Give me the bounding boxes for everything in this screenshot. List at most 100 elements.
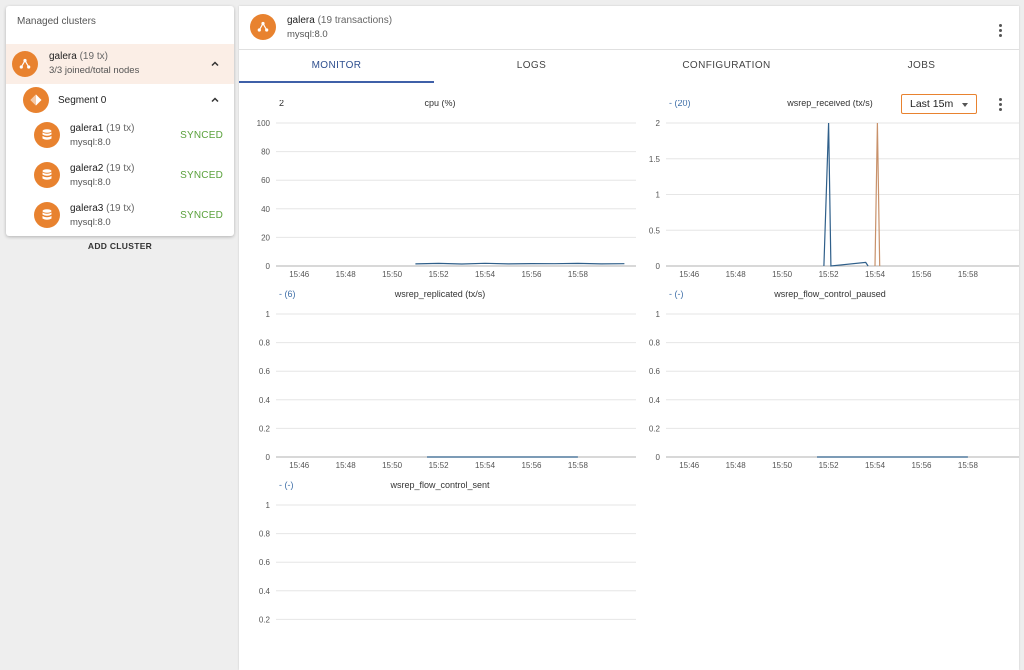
- node-item-galera2[interactable]: galera2 (19 tx) mysql:8.0 SYNCED: [6, 156, 234, 196]
- y-tick-label: 0.2: [649, 424, 661, 433]
- chart-title: wsrep_flow_control_sent: [389, 480, 490, 490]
- chart-3: - (-) wsrep_flow_control_paused 0 0.2 0.4 0.6…: [649, 289, 1019, 470]
- node-status-badge: SYNCED: [180, 170, 223, 181]
- x-tick-label: 15:48: [336, 461, 357, 470]
- node-version: mysql:8.0: [70, 177, 111, 188]
- x-tick-label: 15:52: [819, 270, 840, 279]
- chart-4: - (-) wsrep_flow_control_sent 0.2 0.4 0.6 0.8…: [259, 480, 636, 624]
- x-tick-label: 15:46: [679, 461, 700, 470]
- y-tick-label: 0: [656, 262, 661, 271]
- y-tick-label: 0.4: [649, 396, 661, 405]
- node-item-galera3[interactable]: galera3 (19 tx) mysql:8.0 SYNCED: [6, 196, 234, 236]
- y-tick-label: 0: [656, 453, 661, 462]
- cluster-header: galera (19 transactions) mysql:8.0: [239, 6, 1019, 50]
- y-tick-label: 60: [261, 176, 270, 185]
- x-tick-label: 15:50: [772, 270, 793, 279]
- segment-label: Segment 0: [58, 95, 107, 106]
- cluster-detail-panel: galera (19 transactions) mysql:8.0 MONIT…: [239, 6, 1019, 670]
- node-version: mysql:8.0: [70, 137, 111, 148]
- x-tick-label: 15:48: [726, 461, 747, 470]
- database-icon: [34, 162, 60, 188]
- x-tick-label: 15:56: [911, 461, 932, 470]
- y-tick-label: 1: [656, 191, 661, 200]
- managed-clusters-card: Managed clusters galera (19 tx) 3/3 join…: [6, 6, 234, 236]
- tab-logs[interactable]: LOGS: [434, 50, 629, 83]
- y-tick-label: 1: [266, 310, 271, 319]
- y-tick-label: 0.6: [259, 367, 271, 376]
- cluster-item-galera[interactable]: galera (19 tx) 3/3 joined/total nodes: [6, 44, 234, 84]
- x-tick-label: 15:58: [958, 461, 979, 470]
- x-tick-label: 15:58: [958, 270, 979, 279]
- series-line: [415, 262, 625, 265]
- header-cluster-name: galera: [287, 15, 315, 26]
- y-tick-label: 0: [266, 262, 271, 271]
- y-tick-label: 0.4: [259, 587, 271, 596]
- segment-item[interactable]: Segment 0: [6, 84, 234, 116]
- chevron-up-icon[interactable]: [209, 94, 221, 106]
- x-tick-label: 15:46: [289, 270, 310, 279]
- node-status-badge: SYNCED: [180, 210, 223, 221]
- y-tick-label: 40: [261, 205, 270, 214]
- x-tick-label: 15:50: [382, 461, 403, 470]
- y-tick-label: 20: [261, 233, 270, 242]
- segment-icon: [23, 87, 49, 113]
- x-tick-label: 15:54: [865, 270, 886, 279]
- chart-title: wsrep_flow_control_paused: [773, 289, 886, 299]
- charts-area: 2 cpu (%)02040608010015:46 15:48 15:50 15:52…: [257, 100, 1019, 624]
- more-options-icon[interactable]: [992, 22, 1008, 38]
- database-icon: [34, 202, 60, 228]
- node-name: galera1: [70, 123, 104, 134]
- y-tick-label: 100: [257, 119, 271, 128]
- cluster-tx: (19 tx): [79, 51, 108, 62]
- x-tick-label: 15:48: [726, 270, 747, 279]
- header-cluster-version: mysql:8.0: [287, 29, 328, 40]
- x-tick-label: 15:56: [911, 270, 932, 279]
- x-tick-label: 15:50: [382, 270, 403, 279]
- x-tick-label: 15:46: [679, 270, 700, 279]
- tab-monitor[interactable]: MONITOR: [239, 50, 434, 83]
- y-tick-label: 1: [656, 310, 661, 319]
- y-tick-label: 1.5: [649, 155, 661, 164]
- x-tick-label: 15:46: [289, 461, 310, 470]
- chart-legend: - (20): [669, 100, 691, 108]
- chart-1: - (20) wsrep_received (tx/s) 0 0.5 1 1.5 2 15:4…: [649, 100, 1019, 279]
- y-tick-label: 0.8: [259, 530, 271, 539]
- x-tick-label: 15:56: [521, 461, 542, 470]
- x-tick-label: 15:56: [521, 270, 542, 279]
- x-tick-label: 15:52: [429, 461, 450, 470]
- chart-legend: - (6): [279, 289, 296, 299]
- y-tick-label: 1: [266, 501, 271, 510]
- node-name: galera2: [70, 163, 104, 174]
- y-tick-label: 0.8: [259, 339, 271, 348]
- sidebar: Managed clusters galera (19 tx) 3/3 join…: [0, 0, 240, 670]
- x-tick-label: 15:54: [475, 270, 496, 279]
- chart-legend: - (-): [279, 480, 294, 490]
- cluster-icon: [12, 51, 38, 77]
- node-item-galera1[interactable]: galera1 (19 tx) mysql:8.0 SYNCED: [6, 116, 234, 156]
- y-tick-label: 0.2: [259, 424, 271, 433]
- header-cluster-tx: (19 transactions): [317, 15, 393, 26]
- x-tick-label: 15:54: [865, 461, 886, 470]
- x-tick-label: 15:50: [772, 461, 793, 470]
- y-tick-label: 80: [261, 148, 270, 157]
- add-cluster-button[interactable]: ADD CLUSTER: [0, 241, 240, 251]
- y-tick-label: 0.6: [259, 558, 271, 567]
- tab-bar: MONITOR LOGS CONFIGURATION JOBS: [239, 50, 1019, 83]
- managed-clusters-title: Managed clusters: [17, 16, 96, 27]
- chart-2: - (6) wsrep_replicated (tx/s) 0 0.2 0.4 0.6 0.…: [259, 289, 636, 470]
- y-tick-label: 0: [266, 453, 271, 462]
- node-version: mysql:8.0: [70, 217, 111, 228]
- y-tick-label: 0.6: [649, 367, 661, 376]
- x-tick-label: 15:48: [336, 270, 357, 279]
- node-name: galera3: [70, 203, 104, 214]
- x-tick-label: 15:52: [429, 270, 450, 279]
- tab-configuration[interactable]: CONFIGURATION: [629, 50, 824, 83]
- cluster-subtitle: 3/3 joined/total nodes: [49, 65, 140, 76]
- x-tick-label: 15:54: [475, 461, 496, 470]
- chevron-up-icon[interactable]: [209, 58, 221, 70]
- tab-jobs[interactable]: JOBS: [824, 50, 1019, 83]
- chart-legend: 2: [279, 100, 284, 108]
- x-tick-label: 15:52: [819, 461, 840, 470]
- chart-0: 2 cpu (%) 0 20 40 60 80 100 15:46 15:48 15:50 15:52…: [257, 100, 636, 279]
- database-icon: [34, 122, 60, 148]
